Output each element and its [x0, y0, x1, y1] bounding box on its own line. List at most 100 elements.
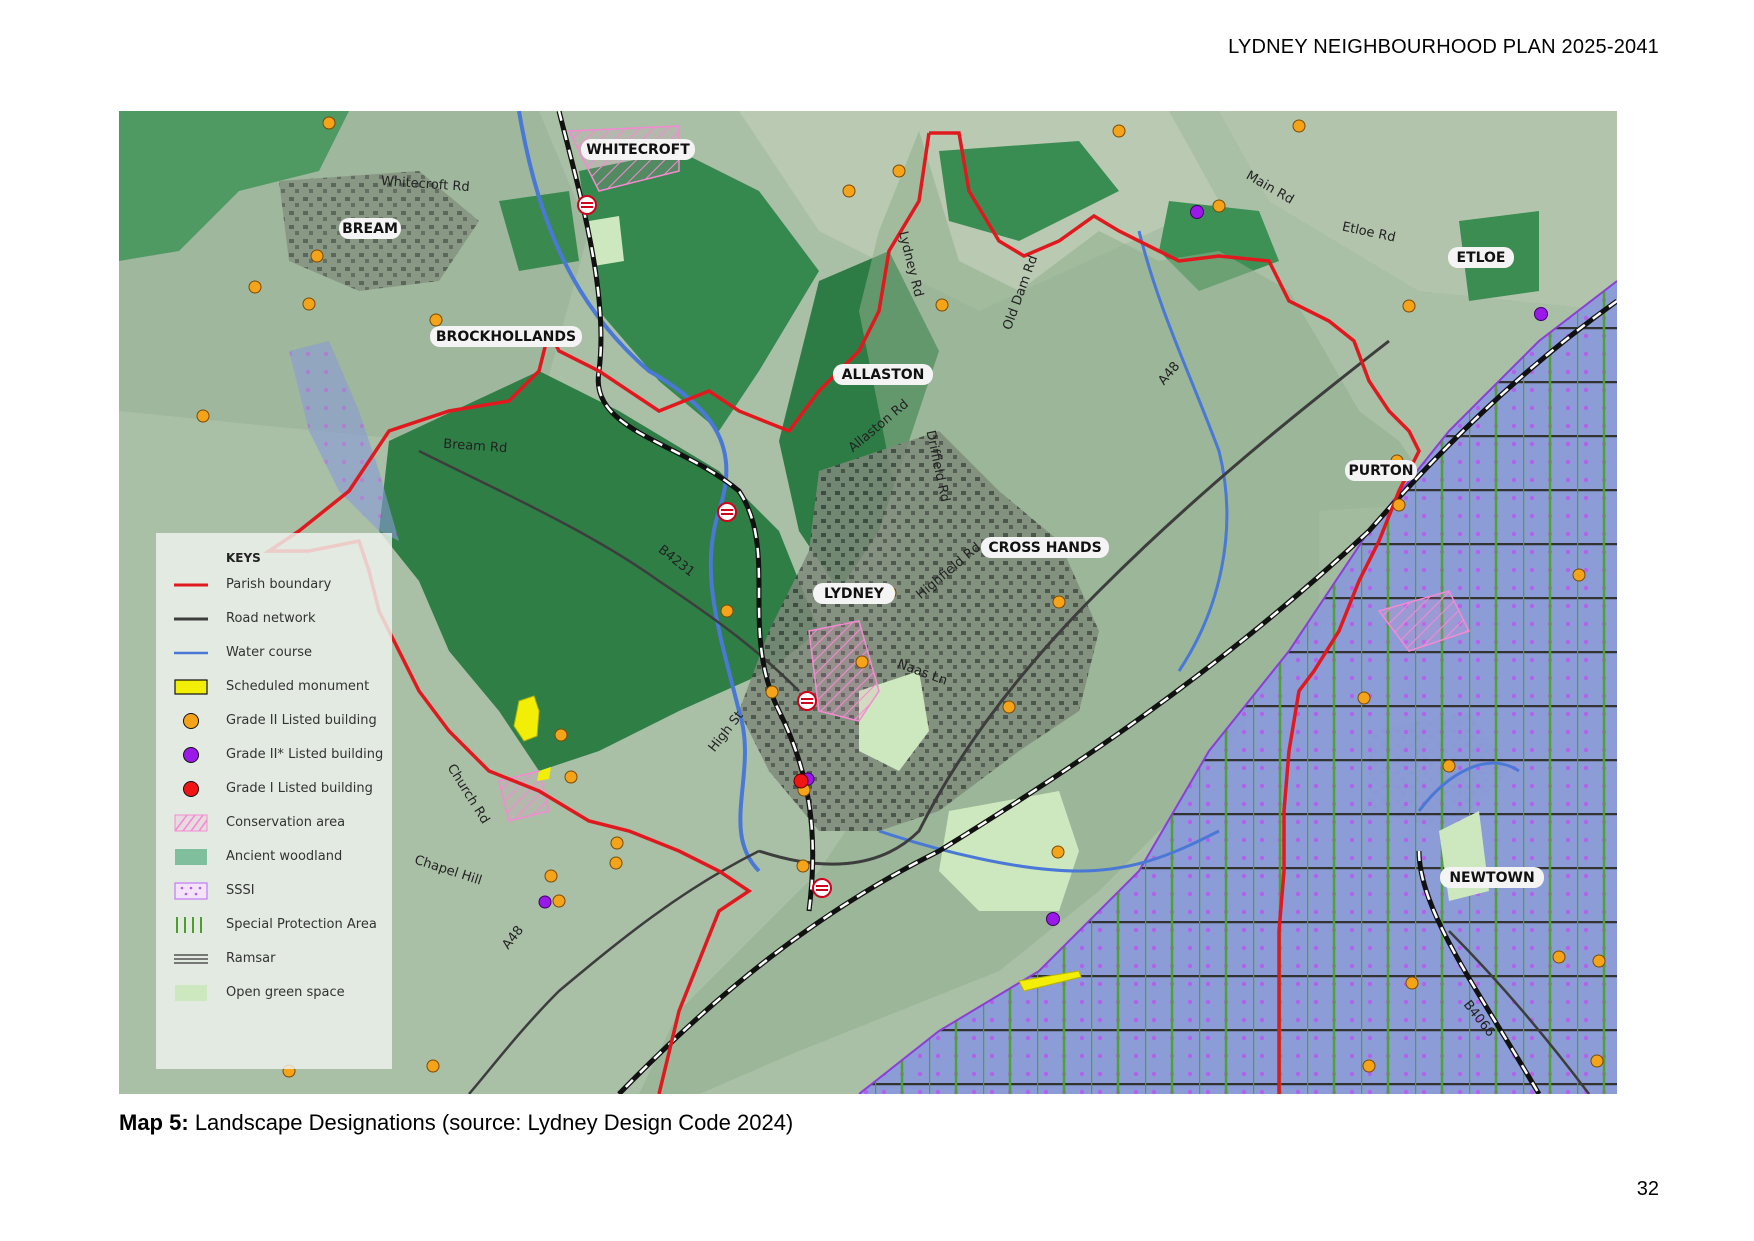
legend-item-conservation-area: Conservation area [156, 808, 392, 838]
legend-label: Parish boundary [226, 577, 332, 592]
legend-item-grade-ii: Grade II Listed building [156, 706, 392, 736]
legend-label: Grade II* Listed building [226, 747, 384, 762]
place-label-newtown: NEWTOWN [1449, 870, 1534, 886]
grade-ii-star-marker [1534, 307, 1548, 321]
legend-item-special-protection-area: Special Protection Area [156, 910, 392, 940]
ramsar-swatch [174, 954, 208, 964]
open-green-space-swatch [175, 985, 207, 1001]
place-label-allaston: ALLASTON [842, 367, 925, 383]
grade-ii-marker [196, 409, 210, 423]
grade-ii-marker [1292, 119, 1306, 133]
grade-ii-marker [842, 184, 856, 198]
special-protection-area-swatch [176, 917, 202, 933]
grade-i-listed-buildings [793, 773, 809, 789]
legend-label: Road network [226, 611, 316, 626]
grade-ii-star-marker [1190, 205, 1204, 219]
grade-ii-marker [1402, 299, 1416, 313]
grade-ii-marker [1592, 954, 1606, 968]
legend-item-ramsar: Ramsar [156, 944, 392, 974]
legend-label: Ancient woodland [226, 849, 343, 864]
page-number: 32 [1636, 1178, 1659, 1200]
grade-ii-star-marker [1046, 912, 1060, 926]
ancient-woodland-swatch [175, 849, 207, 865]
station-icon [717, 502, 737, 522]
grade-ii-marker [429, 313, 443, 327]
road-network-swatch [174, 617, 208, 621]
grade-ii-marker [552, 894, 566, 908]
grade-ii-marker [544, 869, 558, 883]
place-label-whitecroft: WHITECROFT [586, 142, 690, 158]
place-label-purton: PURTON [1349, 463, 1414, 479]
grade-ii-marker [855, 655, 869, 669]
legend-title: KEYS [226, 551, 261, 565]
grade-ii-marker [892, 164, 906, 178]
legend-item-scheduled-monument: Scheduled monument [156, 672, 392, 702]
grade-ii-marker [554, 728, 568, 742]
grade-ii-marker [310, 249, 324, 263]
station-icon [577, 195, 597, 215]
grade-ii-marker [1405, 976, 1419, 990]
legend-item-water-course: Water course [156, 638, 392, 668]
station-icon [797, 691, 817, 711]
grade-ii-marker [1212, 199, 1226, 213]
place-label-brockhollands: BROCKHOLLANDS [436, 329, 576, 345]
grade-i-marker [793, 773, 809, 789]
grade-ii-marker [1357, 691, 1371, 705]
grade-i-swatch [183, 781, 199, 797]
legend-label: Open green space [226, 985, 345, 1000]
grade-ii-marker [302, 297, 316, 311]
grade-ii-star-marker [538, 895, 552, 909]
legend-item-grade-ii-star: Grade II* Listed building [156, 740, 392, 770]
legend-item-road-network: Road network [156, 604, 392, 634]
document-header: LYDNEY NEIGHBOURHOOD PLAN 2025-2041 [1228, 36, 1659, 58]
grade-ii-marker [426, 1059, 440, 1073]
legend-item-ancient-woodland: Ancient woodland [156, 842, 392, 872]
grade-ii-marker [796, 859, 810, 873]
grade-ii-marker [322, 116, 336, 130]
grade-ii-marker [1362, 1059, 1376, 1073]
legend-label: Water course [226, 645, 313, 660]
legend-label: Scheduled monument [226, 679, 370, 694]
grade-ii-marker [610, 836, 624, 850]
map-legend: KEYS Parish boundary Road network Water … [156, 533, 392, 1069]
legend-label: Grade I Listed building [226, 781, 373, 796]
grade-ii-marker [1572, 568, 1586, 582]
grade-ii-marker [609, 856, 623, 870]
grade-ii-swatch [183, 713, 199, 729]
legend-item-open-green-space: Open green space [156, 978, 392, 1008]
legend-label: Grade II Listed building [226, 713, 377, 728]
grade-ii-marker [720, 604, 734, 618]
station-icon [812, 878, 832, 898]
grade-ii-marker [1002, 700, 1016, 714]
conservation-area-swatch [174, 814, 208, 832]
grade-ii-marker [1052, 595, 1066, 609]
grade-ii-marker [765, 685, 779, 699]
grade-ii-marker [564, 770, 578, 784]
grade-ii-marker [248, 280, 262, 294]
place-label-etloe: ETLOE [1457, 250, 1506, 266]
grade-ii-star-swatch [183, 747, 199, 763]
grade-ii-marker [1392, 498, 1406, 512]
map-caption: Map 5: Landscape Designations (source: L… [119, 1110, 793, 1136]
scheduled-monument-swatch [174, 679, 208, 695]
grade-ii-marker [1442, 759, 1456, 773]
caption-text: Landscape Designations (source: Lydney D… [194, 1110, 794, 1135]
legend-item-sssi: SSSI [156, 876, 392, 906]
legend-label: Ramsar [226, 951, 276, 966]
grade-ii-marker [1590, 1054, 1604, 1068]
grade-ii-marker [1112, 124, 1126, 138]
place-label-lydney: LYDNEY [824, 586, 885, 602]
grade-ii-marker [935, 298, 949, 312]
place-label-cross-hands: CROSS HANDS [988, 540, 1101, 556]
grade-ii-marker [1552, 950, 1566, 964]
legend-label: Special Protection Area [226, 917, 377, 932]
landscape-map: WHITECROFT BREAM BROCKHOLLANDS ALLASTON … [119, 111, 1617, 1094]
caption-label: Map 5: [119, 1110, 189, 1135]
grade-ii-marker [1051, 845, 1065, 859]
legend-item-parish-boundary: Parish boundary [156, 570, 392, 600]
sssi-swatch [174, 882, 208, 900]
water-course-swatch [174, 651, 208, 655]
place-label-bream: BREAM [342, 221, 398, 237]
legend-label: SSSI [226, 883, 255, 898]
legend-label: Conservation area [226, 815, 346, 830]
